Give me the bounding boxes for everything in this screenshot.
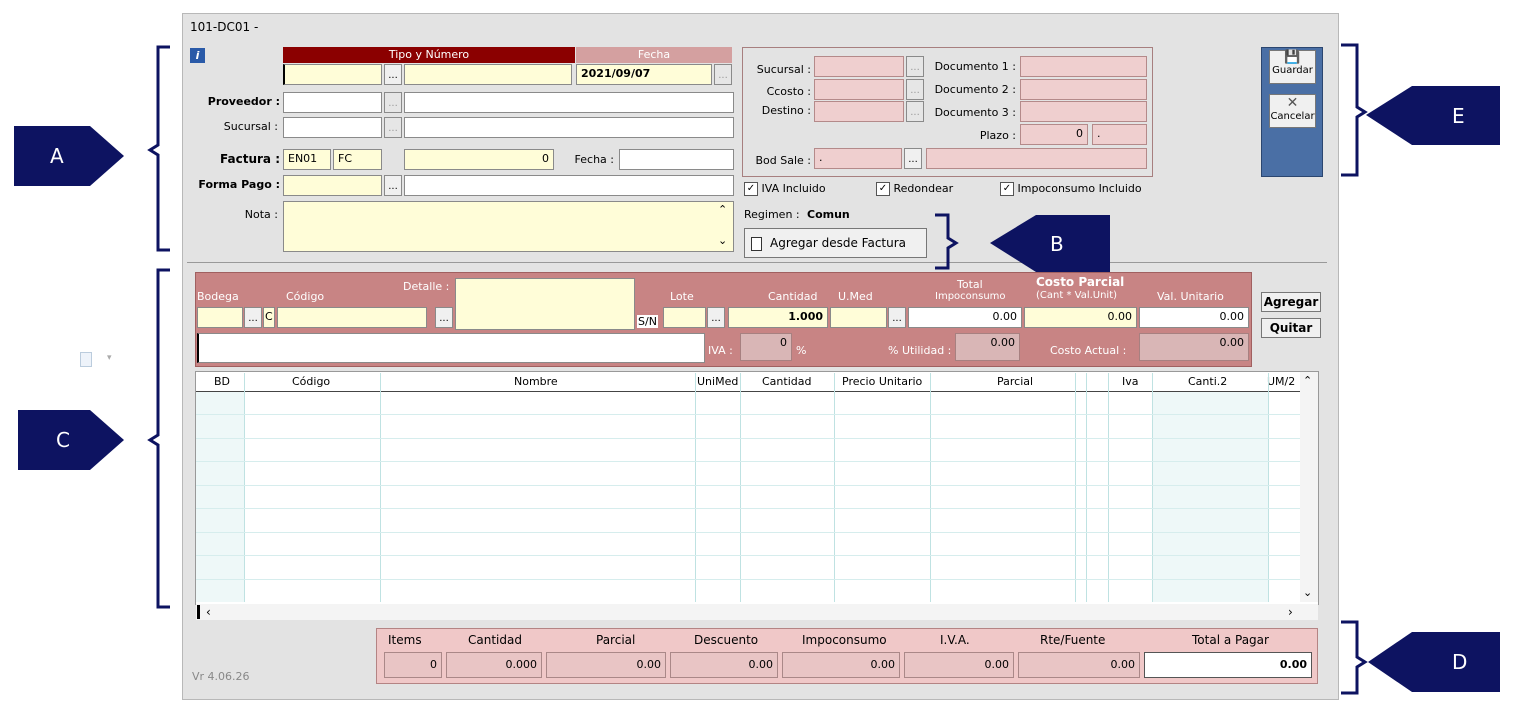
arrow-e bbox=[1366, 86, 1500, 145]
brace-b bbox=[935, 213, 959, 270]
arrow-c bbox=[18, 410, 124, 470]
brace-d bbox=[1341, 620, 1368, 695]
arrow-a bbox=[14, 126, 124, 186]
brace-c bbox=[147, 268, 170, 609]
brace-a bbox=[147, 45, 170, 252]
callout-b-label: B bbox=[1050, 232, 1064, 256]
brace-e bbox=[1341, 43, 1368, 177]
arrow-d bbox=[1368, 632, 1500, 692]
callout-e-label: E bbox=[1452, 104, 1465, 128]
callout-d-label: D bbox=[1452, 650, 1468, 674]
callout-a-label: A bbox=[50, 144, 64, 168]
callout-c-label: C bbox=[56, 428, 70, 452]
annotation-braces bbox=[14, 43, 1500, 695]
